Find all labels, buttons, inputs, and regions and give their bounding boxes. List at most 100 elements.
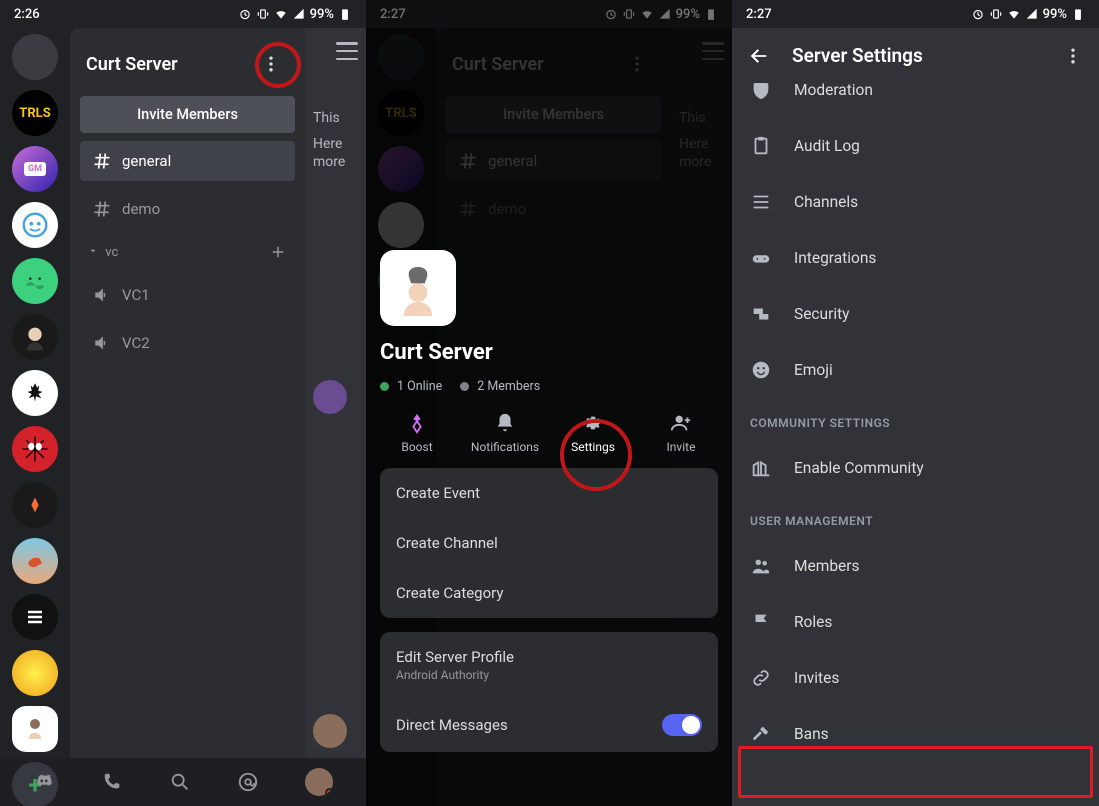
speaker-icon xyxy=(92,333,112,353)
members-count: 2 Members xyxy=(477,379,540,394)
server-icon[interactable]: TRLS xyxy=(12,90,58,136)
panel-server-sheet: 2:27 99% TRLS Curt Server Invite Members… xyxy=(366,0,732,806)
channel-general[interactable]: general xyxy=(80,141,295,181)
server-icon[interactable] xyxy=(12,258,58,304)
speaker-icon xyxy=(92,285,112,305)
settings-item-channels[interactable]: Channels xyxy=(732,174,1099,230)
label: Channels xyxy=(794,193,858,211)
create-category-item[interactable]: Create Category xyxy=(380,568,718,618)
settings-item-roles[interactable]: Roles xyxy=(732,594,1099,650)
phone-icon[interactable] xyxy=(101,771,123,793)
server-icon[interactable] xyxy=(12,594,58,640)
invite-members-button[interactable]: Invite Members xyxy=(80,96,295,133)
wifi-icon xyxy=(274,7,288,21)
server-title: Curt Server xyxy=(86,54,178,75)
shield-icon xyxy=(750,83,772,101)
clipboard-icon xyxy=(750,135,772,157)
server-icon[interactable] xyxy=(12,34,58,80)
server-actions-card: Create Event Create Channel Create Categ… xyxy=(380,468,718,618)
label: Create Category xyxy=(396,584,503,602)
annotation-circle xyxy=(255,42,301,88)
list-icon xyxy=(750,191,772,213)
server-avatar xyxy=(380,250,456,326)
members-dot xyxy=(460,382,469,391)
status-icons: 99% xyxy=(238,7,352,22)
server-icon[interactable] xyxy=(12,650,58,696)
community-icon xyxy=(750,457,772,479)
server-icon[interactable] xyxy=(12,482,58,528)
notifications-button[interactable]: Notifications xyxy=(470,412,540,454)
search-icon[interactable] xyxy=(169,771,191,793)
label: Edit Server Profile xyxy=(396,648,514,666)
action-label: Boost xyxy=(401,440,432,454)
more-icon[interactable] xyxy=(1063,46,1083,66)
settings-item-emoji[interactable]: Emoji xyxy=(732,342,1099,398)
settings-item-integrations[interactable]: Integrations xyxy=(732,230,1099,286)
voice-channel-vc2[interactable]: VC2 xyxy=(80,323,295,363)
settings-item-security[interactable]: Security xyxy=(732,286,1099,342)
settings-item-moderation[interactable]: Moderation xyxy=(732,83,1099,118)
boost-button[interactable]: Boost xyxy=(382,412,452,454)
voice-channel-vc1[interactable]: VC1 xyxy=(80,275,295,315)
label: Emoji xyxy=(794,361,833,379)
server-icon[interactable]: GM xyxy=(12,146,58,192)
server-icon[interactable] xyxy=(12,370,58,416)
edit-server-profile-item[interactable]: Edit Server Profile Android Authority xyxy=(380,632,718,698)
channel-label: VC2 xyxy=(122,334,150,352)
status-bar: 2:27 99% xyxy=(732,0,1099,28)
label: Integrations xyxy=(794,249,876,267)
gavel-icon xyxy=(750,723,772,745)
server-name: Curt Server xyxy=(380,340,718,365)
direct-messages-item[interactable]: Direct Messages xyxy=(380,698,718,752)
alarm-icon xyxy=(971,7,985,21)
signal-icon xyxy=(292,7,306,21)
label: Create Event xyxy=(396,484,480,502)
server-icon[interactable] xyxy=(12,426,58,472)
back-icon[interactable] xyxy=(748,45,770,67)
invite-icon xyxy=(670,412,692,434)
avatar[interactable] xyxy=(313,714,347,748)
mention-icon[interactable] xyxy=(237,771,259,793)
chat-text: This xyxy=(313,110,358,126)
members-icon xyxy=(750,555,772,577)
server-profile-card: Edit Server Profile Android Authority Di… xyxy=(380,632,718,752)
server-icon[interactable] xyxy=(12,314,58,360)
section-user-management: USER MANAGEMENT xyxy=(732,496,1099,538)
settings-item-audit-log[interactable]: Audit Log xyxy=(732,118,1099,174)
bell-icon xyxy=(494,412,516,434)
settings-item-members[interactable]: Members xyxy=(732,538,1099,594)
create-event-item[interactable]: Create Event xyxy=(380,468,718,518)
page-title: Server Settings xyxy=(792,44,923,67)
status-time: 2:26 xyxy=(14,7,40,22)
hash-icon xyxy=(92,151,112,171)
avatar[interactable] xyxy=(313,380,347,414)
label: Bans xyxy=(794,725,829,743)
link-icon xyxy=(750,667,772,689)
hamburger-icon[interactable] xyxy=(336,42,358,60)
chat-text: more xyxy=(313,154,358,170)
invite-button[interactable]: Invite xyxy=(646,412,716,454)
discord-icon[interactable] xyxy=(33,771,55,793)
server-icon[interactable] xyxy=(12,538,58,584)
channel-label: demo xyxy=(122,200,160,218)
label: Security xyxy=(794,305,850,323)
hash-icon xyxy=(92,199,112,219)
server-icon[interactable] xyxy=(12,706,58,752)
server-icon[interactable] xyxy=(12,202,58,248)
wifi-icon xyxy=(1007,7,1021,21)
online-count: 1 Online xyxy=(397,379,442,394)
panel-channels: 2:26 99% TRLS GM xyxy=(0,0,366,806)
toggle-switch[interactable] xyxy=(662,714,702,736)
panel-server-settings: 2:27 99% Server Settings Moderation Audi… xyxy=(732,0,1099,806)
label: Members xyxy=(794,557,860,575)
channel-demo[interactable]: demo xyxy=(80,189,295,229)
status-icons: 99% xyxy=(971,7,1085,22)
add-channel-icon[interactable] xyxy=(269,243,287,261)
battery-pct: 99% xyxy=(310,7,334,22)
create-channel-item[interactable]: Create Channel xyxy=(380,518,718,568)
settings-item-enable-community[interactable]: Enable Community xyxy=(732,440,1099,496)
vc-category-header[interactable]: vc xyxy=(80,237,295,267)
settings-item-invites[interactable]: Invites xyxy=(732,650,1099,706)
profile-avatar[interactable] xyxy=(305,768,333,796)
boost-icon xyxy=(406,412,428,434)
